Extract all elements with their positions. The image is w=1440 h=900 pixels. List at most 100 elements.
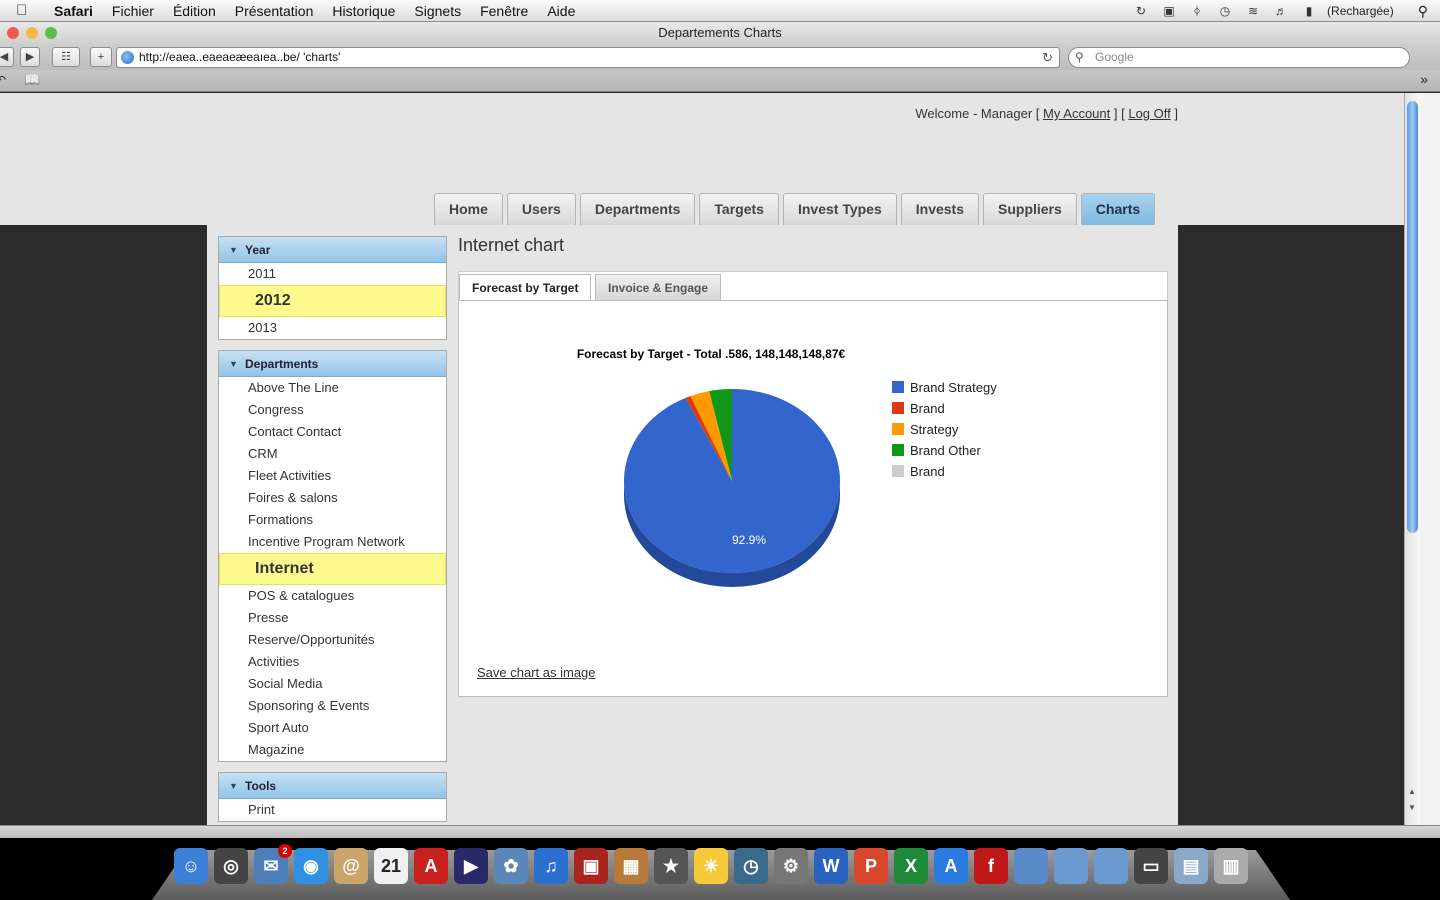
department-item[interactable]: CRM <box>219 443 446 465</box>
tab-users[interactable]: Users <box>506 193 576 225</box>
powerpoint-icon[interactable]: P <box>854 848 888 884</box>
itunes-icon[interactable]: ♫ <box>534 848 568 884</box>
tab-charts[interactable]: Charts <box>1080 193 1156 225</box>
search-field[interactable]: ⚲ Google <box>1068 47 1410 68</box>
log-off-link[interactable]: Log Off <box>1128 106 1170 121</box>
apple-menu-icon[interactable]:  <box>16 2 38 19</box>
year-item-2013[interactable]: 2013 <box>219 317 446 339</box>
volume-icon[interactable]: ♬ <box>1273 4 1289 18</box>
wifi-icon[interactable]: ≋ <box>1245 4 1261 18</box>
department-item-selected[interactable]: Internet <box>219 553 446 585</box>
department-item[interactable]: Sponsoring & Events <box>219 695 446 717</box>
app-store-icon[interactable]: A <box>934 848 968 884</box>
tab-forecast-by-target[interactable]: Forecast by Target <box>459 274 592 302</box>
spotlight-icon[interactable]: ⚲ <box>1418 3 1428 20</box>
legend-label[interactable]: Brand Strategy <box>910 380 997 395</box>
department-item[interactable]: Congress <box>219 399 446 421</box>
iphoto-library-icon[interactable]: ▦ <box>614 848 648 884</box>
downloads-folder-icon[interactable] <box>1094 848 1128 884</box>
add-bookmark-button[interactable]: + <box>90 47 112 67</box>
trash-icon[interactable]: ▥ <box>1214 848 1248 884</box>
screen-icon[interactable]: ▭ <box>1134 848 1168 884</box>
department-item[interactable]: Activities <box>219 651 446 673</box>
safari-icon[interactable]: ◉ <box>294 848 328 884</box>
quicktime-icon[interactable]: ▶ <box>454 848 488 884</box>
finder-icon[interactable]: ☺ <box>174 848 208 884</box>
more-bookmarks-icon[interactable]: » <box>1420 71 1428 87</box>
history-icon[interactable]: ↶ <box>0 73 6 87</box>
menu-edition[interactable]: Édition <box>173 3 216 19</box>
preview-icon[interactable]: ▤ <box>1174 848 1208 884</box>
bluetooth-icon[interactable]: ᛄ <box>1189 4 1205 18</box>
department-item[interactable]: Above The Line <box>219 377 446 399</box>
departments-panel-header[interactable]: ▼ Departments <box>219 351 446 377</box>
excel-icon[interactable]: X <box>894 848 928 884</box>
battery-icon[interactable]: ▮ <box>1301 4 1317 18</box>
time-machine-menu-icon[interactable]: ◷ <box>1217 4 1233 18</box>
applications-folder-icon[interactable] <box>1014 848 1048 884</box>
department-item[interactable]: Formations <box>219 509 446 531</box>
menu-presentation[interactable]: Présentation <box>235 3 314 19</box>
year-item-2011[interactable]: 2011 <box>219 263 446 285</box>
menu-fenetre[interactable]: Fenêtre <box>480 3 528 19</box>
reload-icon[interactable]: ↻ <box>1042 48 1053 67</box>
forward-button[interactable]: ▶ <box>20 47 40 67</box>
tab-departments[interactable]: Departments <box>579 193 696 225</box>
back-button[interactable]: ◀ <box>0 47 14 67</box>
menu-historique[interactable]: Historique <box>332 3 395 19</box>
sync-icon[interactable]: ↻ <box>1133 4 1149 18</box>
department-item[interactable]: POS & catalogues <box>219 585 446 607</box>
menu-aide[interactable]: Aide <box>547 3 575 19</box>
tab-suppliers[interactable]: Suppliers <box>983 193 1077 225</box>
reading-list-icon[interactable]: 📖 <box>24 72 40 88</box>
legend-label[interactable]: Strategy <box>910 422 959 437</box>
print-item[interactable]: Print <box>219 799 446 821</box>
ical-icon[interactable]: 21 <box>374 848 408 884</box>
department-item[interactable]: Incentive Program Network <box>219 531 446 553</box>
year-panel-header[interactable]: ▼ Year <box>219 237 446 263</box>
address-book-icon[interactable]: @ <box>334 848 368 884</box>
tab-invoice-engage[interactable]: Invoice & Engage <box>595 274 722 302</box>
save-chart-link[interactable]: Save chart as image <box>477 665 596 680</box>
legend-label[interactable]: Brand <box>910 401 945 416</box>
mail-icon[interactable]: ✉ 2 <box>254 844 292 884</box>
dashboard-icon[interactable]: ◎ <box>214 848 248 884</box>
documents-folder-icon[interactable] <box>1054 848 1088 884</box>
tools-panel-header[interactable]: ▼ Tools <box>219 773 446 799</box>
legend-label[interactable]: Brand <box>910 464 945 479</box>
word-icon[interactable]: W <box>814 848 848 884</box>
department-item[interactable]: Contact Contact <box>219 421 446 443</box>
scrollbar-thumb[interactable] <box>1407 101 1418 533</box>
photo-booth-icon[interactable]: ▣ <box>574 848 608 884</box>
department-item[interactable]: Foires & salons <box>219 487 446 509</box>
legend-label[interactable]: Brand Other <box>910 443 981 458</box>
system-preferences-icon[interactable]: ⚙ <box>774 848 808 884</box>
tab-home[interactable]: Home <box>434 193 503 225</box>
my-account-link[interactable]: My Account <box>1043 106 1110 121</box>
zoom-window-icon[interactable] <box>45 27 57 39</box>
year-item-2012[interactable]: 2012 <box>219 285 446 317</box>
url-field[interactable]: http://eaea..eaeaeæeaıea..be/ 'charts' ↻ <box>116 47 1060 68</box>
minimize-window-icon[interactable] <box>26 27 38 39</box>
menu-app-name[interactable]: Safari <box>54 3 93 19</box>
tab-targets[interactable]: Targets <box>699 193 779 225</box>
display-icon[interactable]: ▣ <box>1161 4 1177 18</box>
bookmarks-button[interactable]: ☷ <box>52 47 80 67</box>
tab-invests[interactable]: Invests <box>900 193 979 225</box>
vertical-scrollbar[interactable]: ▲ ▼ <box>1404 93 1420 825</box>
scroll-down-icon[interactable]: ▼ <box>1408 803 1416 812</box>
tab-invest-types[interactable]: Invest Types <box>782 193 897 225</box>
close-window-icon[interactable] <box>7 27 19 39</box>
menu-signets[interactable]: Signets <box>414 3 461 19</box>
department-item[interactable]: Reserve/Opportunités <box>219 629 446 651</box>
time-machine-icon[interactable]: ◷ <box>734 848 768 884</box>
department-item[interactable]: Presse <box>219 607 446 629</box>
flash-icon[interactable]: f <box>974 848 1008 884</box>
scroll-up-icon[interactable]: ▲ <box>1408 787 1416 796</box>
department-item[interactable]: Sport Auto <box>219 717 446 739</box>
imovie-icon[interactable]: ★ <box>654 848 688 884</box>
acrobat-icon[interactable]: A <box>414 848 448 884</box>
cyberduck-icon[interactable]: ☀ <box>694 848 728 884</box>
department-item[interactable]: Social Media <box>219 673 446 695</box>
department-item[interactable]: Fleet Activities <box>219 465 446 487</box>
